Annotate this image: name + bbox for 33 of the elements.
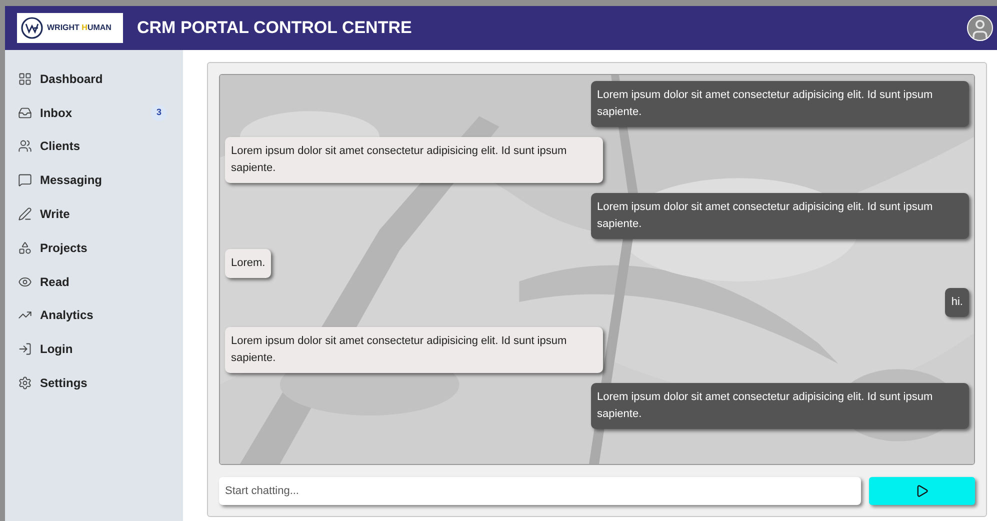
logo-icon: [21, 17, 43, 39]
received-message: Lorem ipsum dolor sit amet consectetur adipisicing elit. Id sunt ipsum sapiente.: [225, 327, 603, 373]
sent-message: Lorem ipsum dolor sit amet consectetur adipisicing elit. Id sunt ipsum sapiente.: [591, 383, 969, 429]
count-badge: 3: [151, 104, 167, 121]
received-message: Lorem ipsum dolor sit amet consectetur adipisicing elit. Id sunt ipsum sapiente.: [225, 137, 603, 183]
login-icon: [18, 342, 32, 356]
settings-icon: [18, 376, 32, 390]
logo-text: WRIGHT HUMAN: [47, 22, 112, 34]
eye-icon: [18, 274, 32, 289]
chat-input[interactable]: Start chatting...: [219, 477, 861, 505]
users-icon: [18, 139, 32, 154]
sent-message: hi.: [945, 288, 969, 317]
sent-message: Lorem ipsum dolor sit amet consectetur adipisicing elit. Id sunt ipsum sapiente.: [591, 81, 969, 127]
avatar-icon[interactable]: [967, 15, 993, 41]
received-message: Lorem.: [225, 249, 272, 278]
send-icon: [915, 484, 929, 498]
sidebar-item[interactable]: Settings: [5, 366, 183, 400]
sidebar-item[interactable]: Clients: [5, 130, 183, 164]
dashboard-icon: [18, 72, 32, 86]
sidebar-item[interactable]: Write: [5, 197, 183, 231]
sent-message: Lorem ipsum dolor sit amet consectetur adipisicing elit. Id sunt ipsum sapiente.: [591, 193, 969, 239]
message-icon: [18, 173, 32, 188]
sidebar-item[interactable]: Dashboard: [5, 62, 183, 96]
sidebar-item[interactable]: Login: [5, 332, 183, 366]
sidebar-item[interactable]: Inbox 3: [5, 96, 183, 130]
sidebar-item[interactable]: Projects: [5, 230, 183, 265]
sidebar-item[interactable]: Read: [5, 264, 183, 299]
sidebar-item[interactable]: Analytics: [5, 298, 183, 332]
pen-icon: [18, 207, 32, 222]
app-title: CRM PORTAL CONTROL CENTRE: [137, 17, 412, 40]
sidebar-item[interactable]: Messaging: [5, 163, 183, 198]
shapes-icon: [18, 240, 32, 255]
inbox-icon: [18, 106, 32, 120]
